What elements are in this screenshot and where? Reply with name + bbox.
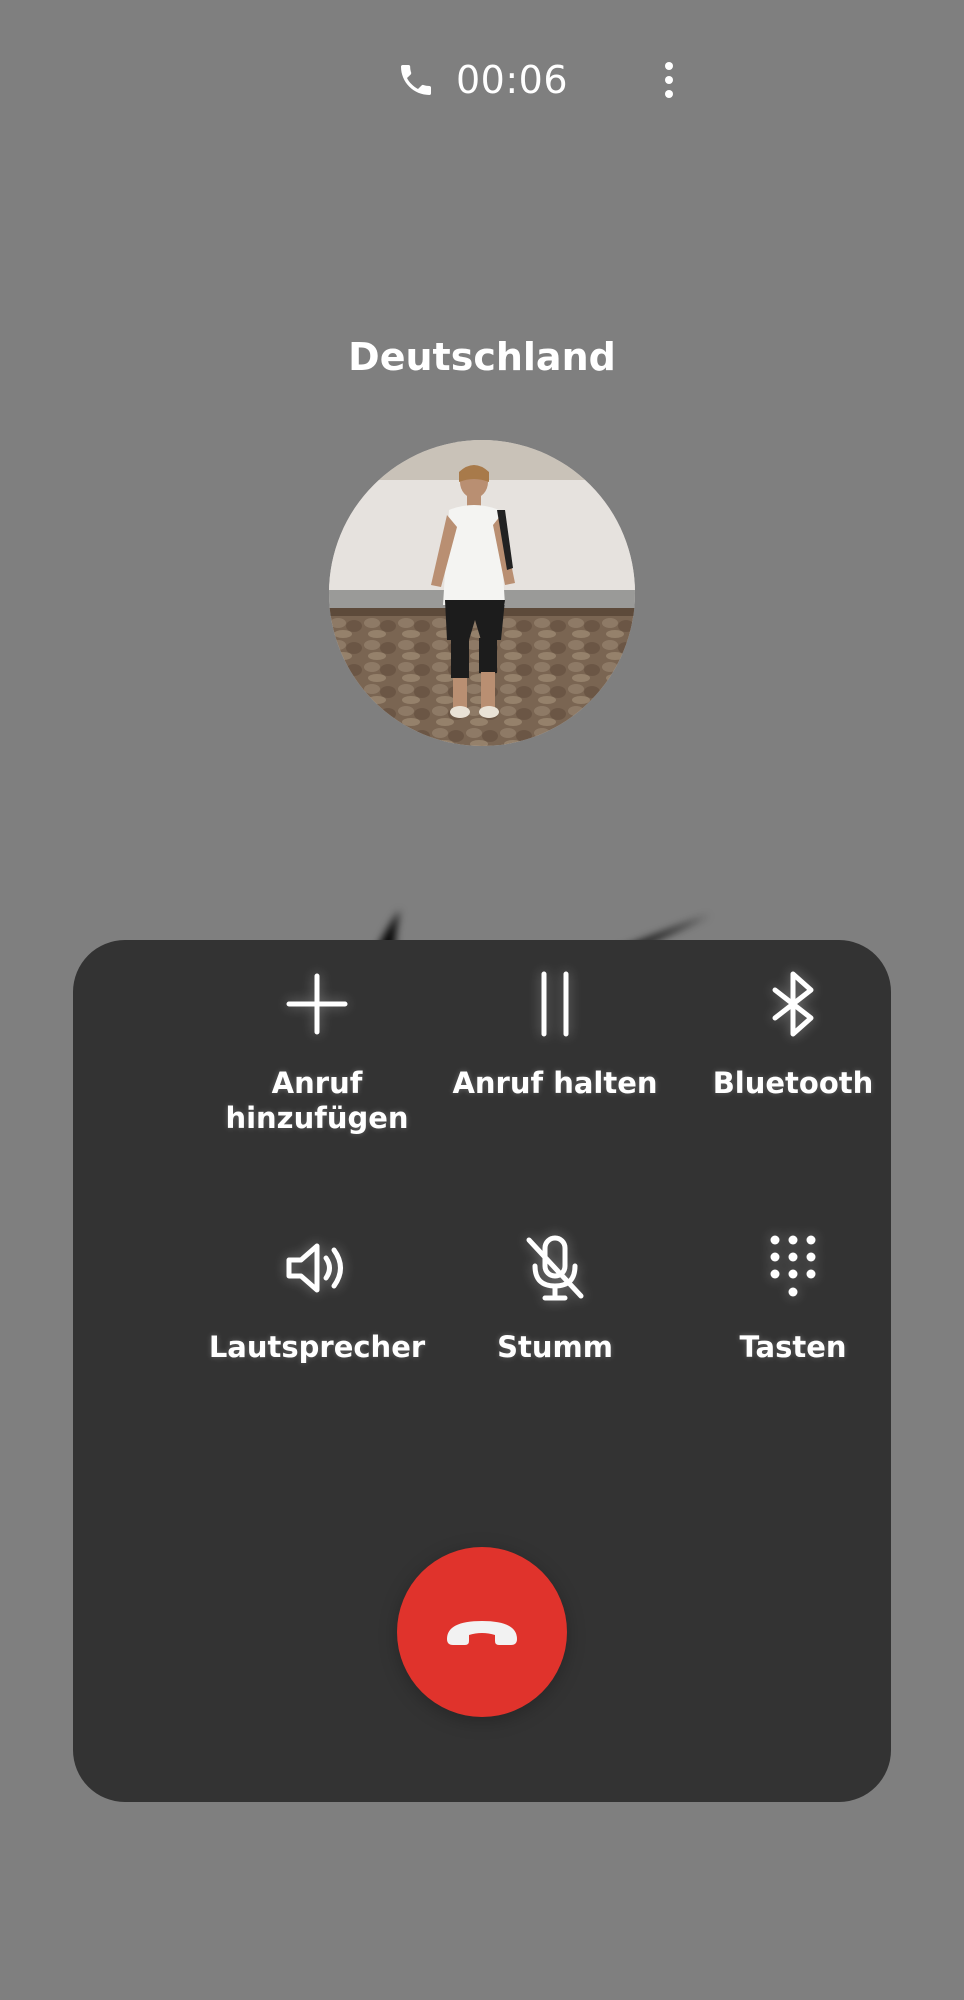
- dialpad-icon: [753, 1228, 833, 1308]
- phone-icon: [396, 60, 436, 100]
- mute-label: Stumm: [497, 1330, 613, 1364]
- mic-off-icon: [515, 1228, 595, 1308]
- add-call-label: Anruf hinzufügen: [225, 1066, 409, 1135]
- caller-name: Deutschland: [348, 335, 616, 379]
- keypad-label: Tasten: [739, 1330, 847, 1364]
- speaker-label: Lautsprecher: [208, 1330, 426, 1364]
- more-vert-icon: [665, 62, 673, 70]
- hold-call-button[interactable]: Anruf halten: [435, 964, 675, 1154]
- speaker-icon: [277, 1228, 357, 1308]
- more-vert-icon-dot: [665, 76, 673, 84]
- hold-call-label: Anruf halten: [452, 1066, 658, 1100]
- end-call-icon: [447, 1621, 517, 1645]
- bluetooth-icon: [753, 964, 833, 1044]
- bluetooth-label: Bluetooth: [712, 1066, 874, 1100]
- more-options-button[interactable]: [644, 55, 694, 105]
- speaker-button[interactable]: Lautsprecher: [197, 1228, 437, 1418]
- call-timer-group: 00:06: [0, 50, 964, 110]
- add-call-button[interactable]: Anruf hinzufügen: [197, 964, 437, 1154]
- pause-icon: [515, 964, 595, 1044]
- plus-icon: [277, 964, 357, 1044]
- top-bar: 00:06: [0, 50, 964, 110]
- bluetooth-button[interactable]: Bluetooth: [673, 964, 913, 1154]
- call-timer: 00:06: [455, 58, 568, 102]
- contact-photo: [329, 440, 635, 746]
- end-call-button[interactable]: [397, 1547, 567, 1717]
- keypad-button[interactable]: Tasten: [673, 1228, 913, 1418]
- mute-button[interactable]: Stumm: [435, 1228, 675, 1418]
- more-vert-icon-dot: [665, 90, 673, 98]
